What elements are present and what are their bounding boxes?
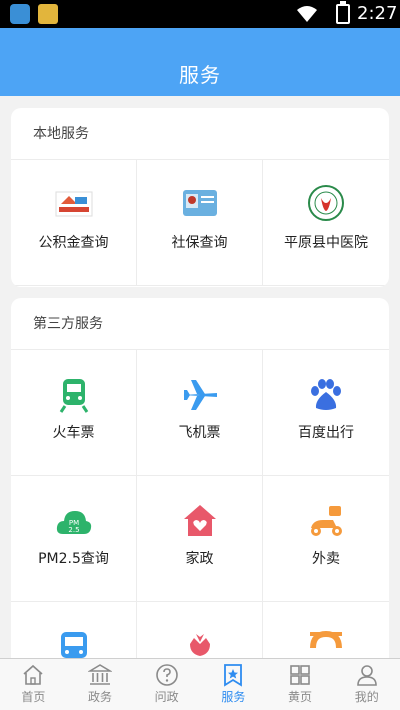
- tab-label: 首页: [21, 690, 46, 704]
- tab-label: 我的: [354, 690, 379, 704]
- app-notification-icon: [10, 4, 30, 24]
- service-pm25[interactable]: PM 2.5 PM2.5查询: [11, 476, 137, 602]
- question-icon: [155, 664, 178, 686]
- hospital-logo-icon: [308, 185, 344, 221]
- tab-government[interactable]: 政务: [67, 659, 134, 710]
- service-label: 飞机票: [178, 425, 221, 441]
- service-social-security[interactable]: 社保查询: [137, 160, 263, 286]
- tab-label: 黄页: [288, 690, 313, 704]
- tab-label: 问政: [154, 690, 179, 704]
- service-label: 外卖: [312, 551, 340, 567]
- wifi-icon: [297, 6, 317, 22]
- service-takeout[interactable]: 外卖: [263, 476, 389, 602]
- airplane-icon: [183, 380, 217, 410]
- section-title: 本地服务: [11, 108, 389, 160]
- section-title: 第三方服务: [11, 298, 389, 350]
- service-star-icon: [224, 664, 243, 687]
- tab-inquiry[interactable]: 问政: [133, 659, 200, 710]
- home-icon: [23, 664, 43, 685]
- battery-icon: [336, 1, 350, 24]
- scooter-icon: [311, 506, 342, 536]
- train-icon: [59, 379, 89, 413]
- service-hospital[interactable]: 平原县中医院: [263, 160, 389, 286]
- service-label: 公积金查询: [38, 235, 109, 251]
- service-flight-ticket[interactable]: 飞机票: [137, 350, 263, 476]
- tab-service[interactable]: 服务: [200, 659, 267, 710]
- tab-label: 政务: [88, 690, 113, 704]
- service-label: 社保查询: [171, 235, 228, 251]
- shopping-bag-icon: [38, 4, 58, 24]
- bottom-tab-bar: 首页 政务 问政 服务 黄页 我的: [0, 658, 400, 710]
- pm25-cloud-icon: PM 2.5: [56, 511, 92, 534]
- service-label: 平原县中医院: [284, 235, 368, 251]
- service-label: PM2.5查询: [38, 551, 109, 567]
- service-baidu-travel[interactable]: 百度出行: [263, 350, 389, 476]
- tab-yellow-pages[interactable]: 黄页: [267, 659, 334, 710]
- app-header: 服务: [0, 28, 400, 96]
- tab-label: 服务: [221, 690, 246, 704]
- service-train-ticket[interactable]: 火车票: [11, 350, 137, 476]
- tab-home[interactable]: 首页: [0, 659, 67, 710]
- service-label: 百度出行: [298, 425, 354, 441]
- housing-fund-icon: [55, 191, 93, 217]
- service-label: 家政: [185, 551, 214, 567]
- baidu-paw-icon: [311, 379, 341, 410]
- tab-profile[interactable]: 我的: [333, 659, 400, 710]
- home-heart-icon: [184, 505, 216, 536]
- government-icon: [88, 664, 112, 685]
- social-security-card-icon: [183, 190, 217, 216]
- service-label: 火车票: [52, 425, 95, 441]
- local-services-card: 本地服务 公积金查询 社保查询 平原县中医院: [11, 108, 389, 287]
- status-bar: 2:27: [0, 0, 400, 28]
- status-time: 2:27: [357, 3, 398, 24]
- service-housekeeping[interactable]: 家政: [137, 476, 263, 602]
- grid-icon: [290, 665, 310, 685]
- user-icon: [356, 665, 377, 686]
- third-party-services-card: 第三方服务 火车票 飞机票 百度出行 PM 2.5 PM2.5查询 家政 外卖: [11, 298, 389, 710]
- service-housing-fund[interactable]: 公积金查询: [11, 160, 137, 286]
- page-title: 服务: [179, 63, 221, 87]
- svg-text:2.5: 2.5: [68, 526, 79, 534]
